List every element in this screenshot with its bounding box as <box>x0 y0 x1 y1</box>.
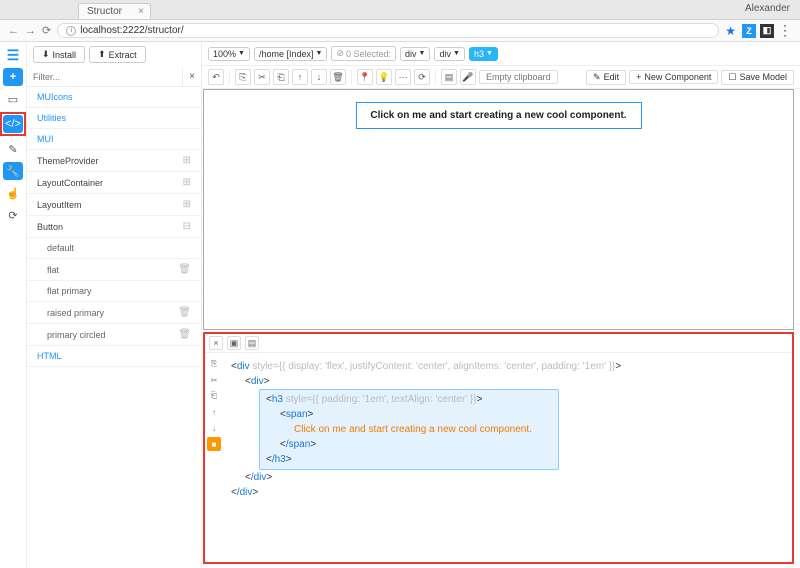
sidebar-item-flat[interactable]: flat🗑 <box>27 259 201 281</box>
clip-icon[interactable]: ▤ <box>441 69 457 85</box>
sidebar-item-muicons[interactable]: MUIcons <box>27 87 201 108</box>
close-panel-icon[interactable]: × <box>209 336 223 350</box>
extension-dark-icon[interactable]: ◧ <box>760 24 774 38</box>
gutter-up-icon[interactable]: ↑ <box>207 405 221 419</box>
panel-tab2-icon[interactable]: ▤ <box>245 336 259 350</box>
selected-h3-element[interactable]: Click on me and start creating a new coo… <box>355 102 641 129</box>
sidebar-item-themeprovider[interactable]: ThemeProvider⊞ <box>27 150 201 172</box>
sidebar-item-layoutitem[interactable]: LayoutItem⊞ <box>27 194 201 216</box>
gutter-cut-icon[interactable]: ✂ <box>207 373 221 387</box>
install-button[interactable]: ⬇ Install <box>33 46 85 63</box>
menu-dots-icon[interactable]: ⋮ <box>778 22 792 39</box>
toolbar: ↶ ⎘ ✂ ⎗ ↑ ↓ 🗑 📍 💡 ⋯ ⟳ ▤ 🎤 Empty clipboar… <box>202 66 800 89</box>
more-icon[interactable]: ⋯ <box>395 69 411 85</box>
extension-icons: Z ◧ ⋮ <box>742 22 792 39</box>
code-panel: × ▣ ▤ ⎘ ✂ ⎗ ↑ ↓ ■ <div style={{ display:… <box>203 332 794 564</box>
browser-urlbar: ← → ⟳ i localhost:2222/structor/ ★ Z ◧ ⋮ <box>0 20 800 42</box>
gutter-down-icon[interactable]: ↓ <box>207 421 221 435</box>
clear-filter-icon[interactable]: × <box>182 67 201 86</box>
left-rail: ☰ + ▭ </> ✎ 🔧 ☝ ⟳ <box>0 42 27 568</box>
panel-tab1-icon[interactable]: ▣ <box>227 336 241 350</box>
url-text: localhost:2222/structor/ <box>80 25 183 36</box>
up-icon[interactable]: ↑ <box>292 69 308 85</box>
bulb-icon[interactable]: 💡 <box>376 69 392 85</box>
url-field[interactable]: i localhost:2222/structor/ <box>57 23 719 38</box>
code-gutter: ⎘ ✂ ⎗ ↑ ↓ ■ <box>205 353 223 562</box>
filter-input[interactable] <box>27 67 182 86</box>
collapse-icon[interactable]: ⊟ <box>183 221 191 232</box>
clipboard-label: Empty clipboard <box>479 70 558 84</box>
expand-icon[interactable]: ⊞ <box>183 177 191 188</box>
trash-icon[interactable]: 🗑 <box>330 69 346 85</box>
sidebar-item-html[interactable]: HTML <box>27 346 201 367</box>
highlight-box: </> <box>0 112 26 136</box>
crumb-div[interactable]: div▼ <box>400 47 430 61</box>
code-area[interactable]: <div style={{ display: 'flex', justifyCo… <box>223 353 792 562</box>
site-info-icon[interactable]: i <box>66 26 76 36</box>
browser-tab[interactable]: Structor × <box>78 3 151 19</box>
refresh-icon[interactable]: ⟳ <box>3 206 23 224</box>
sidebar-item-layoutcontainer[interactable]: LayoutContainer⊞ <box>27 172 201 194</box>
delete-icon[interactable]: 🗑 <box>178 329 191 340</box>
delete-icon[interactable]: 🗑 <box>178 307 191 318</box>
mic-icon[interactable]: 🎤 <box>460 69 476 85</box>
sidebar-item-flat-primary[interactable]: flat primary <box>27 281 201 302</box>
wrench-icon[interactable]: 🔧 <box>3 162 23 180</box>
gutter-paste-icon[interactable]: ⎗ <box>207 389 221 403</box>
cut-icon[interactable]: ✂ <box>254 69 270 85</box>
sidebar-item-button[interactable]: Button⊟ <box>27 216 201 238</box>
edit-button[interactable]: ✎ Edit <box>586 70 626 85</box>
code-icon[interactable]: </> <box>3 115 23 133</box>
breadcrumb-bar: 100%▼ /home [Index]▼ ⊘ 0 Selected: div▼ … <box>202 42 800 66</box>
crumb-h3[interactable]: h3▼ <box>469 47 498 61</box>
extract-button[interactable]: ⬆ Extract <box>89 46 146 63</box>
sidebar-item-raised-primary[interactable]: raised primary🗑 <box>27 302 201 324</box>
cycle-icon[interactable]: ⟳ <box>414 69 430 85</box>
book-icon[interactable]: ▭ <box>3 90 23 108</box>
add-icon[interactable]: + <box>3 68 23 86</box>
down-icon[interactable]: ↓ <box>311 69 327 85</box>
design-canvas[interactable]: Click on me and start creating a new coo… <box>203 89 794 330</box>
browser-user: Alexander <box>745 3 790 14</box>
sidebar-item-mui[interactable]: MUI <box>27 129 201 150</box>
pin-icon[interactable]: 📍 <box>357 69 373 85</box>
selected-count[interactable]: ⊘ 0 Selected: <box>331 46 396 61</box>
browser-tabbar: Structor × Alexander <box>0 0 800 20</box>
sidebar: ⬇ Install ⬆ Extract × MUIcons Utilities … <box>27 42 202 568</box>
sidebar-item-default[interactable]: default <box>27 238 201 259</box>
close-tab-icon[interactable]: × <box>138 6 144 17</box>
undo-icon[interactable]: ↶ <box>208 69 224 85</box>
hand-icon[interactable]: ☝ <box>3 184 23 202</box>
paste-icon[interactable]: ⎗ <box>273 69 289 85</box>
expand-icon[interactable]: ⊞ <box>183 155 191 166</box>
expand-icon[interactable]: ⊞ <box>183 199 191 210</box>
app-root: ☰ + ▭ </> ✎ 🔧 ☝ ⟳ ⬇ Install ⬆ Extract × … <box>0 42 800 568</box>
copy-icon[interactable]: ⎘ <box>235 69 251 85</box>
extension-z-icon[interactable]: Z <box>742 24 756 38</box>
tab-title: Structor <box>87 6 122 17</box>
page-select[interactable]: /home [Index]▼ <box>254 47 327 61</box>
code-panel-header: × ▣ ▤ <box>205 334 792 353</box>
sidebar-item-primary-circled[interactable]: primary circled🗑 <box>27 324 201 346</box>
gutter-copy-icon[interactable]: ⎘ <box>207 357 221 371</box>
reload-icon[interactable]: ⟳ <box>42 24 51 37</box>
forward-icon[interactable]: → <box>25 25 36 37</box>
gutter-marker-icon[interactable]: ■ <box>207 437 221 451</box>
crumb-div[interactable]: div▼ <box>434 47 464 61</box>
delete-icon[interactable]: 🗑 <box>178 264 191 275</box>
main-area: 100%▼ /home [Index]▼ ⊘ 0 Selected: div▼ … <box>202 42 800 568</box>
hamburger-icon[interactable]: ☰ <box>3 46 23 64</box>
zoom-select[interactable]: 100%▼ <box>208 47 250 61</box>
bookmark-icon[interactable]: ★ <box>725 24 736 38</box>
save-model-button[interactable]: ☐ Save Model <box>721 70 794 85</box>
back-icon[interactable]: ← <box>8 25 19 37</box>
new-component-button[interactable]: + New Component <box>629 70 718 84</box>
sidebar-item-utilities[interactable]: Utilities <box>27 108 201 129</box>
brush-icon[interactable]: ✎ <box>3 140 23 158</box>
